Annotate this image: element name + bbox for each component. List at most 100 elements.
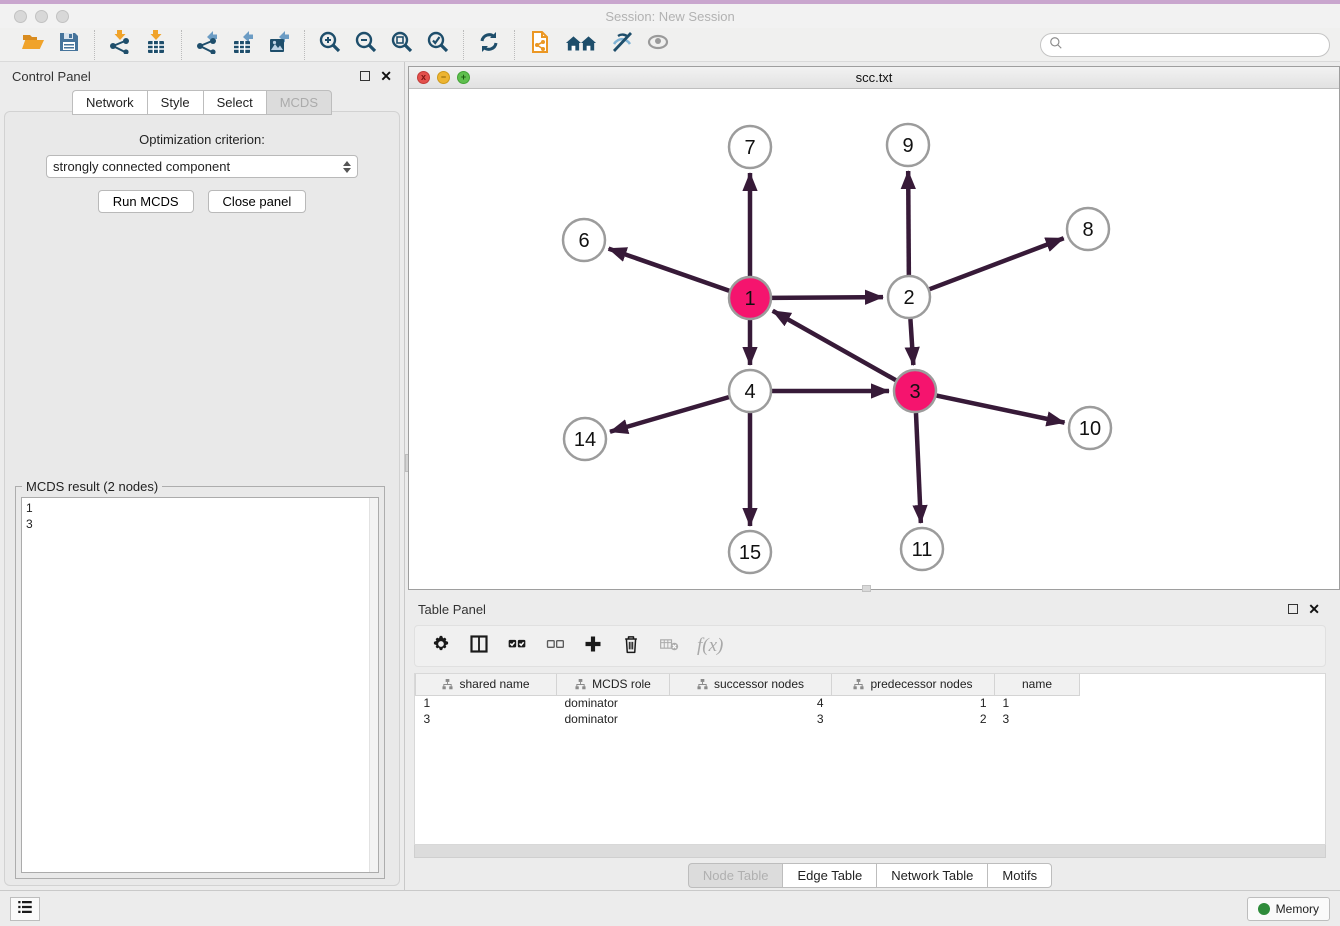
delete-column-button[interactable] [621,634,641,659]
zoom-fit-icon [390,30,414,59]
graph-node-6[interactable]: 6 [563,219,605,261]
column-header-name[interactable]: name [995,674,1080,695]
column-visibility-button[interactable] [469,634,489,659]
svg-text:9: 9 [902,135,913,157]
result-scrollbar[interactable] [369,498,378,872]
table-cell[interactable]: 4 [670,695,832,711]
tab-edge-table[interactable]: Edge Table [782,863,876,888]
node-table[interactable]: shared nameMCDS rolesuccessor nodesprede… [414,673,1326,845]
export-image-icon [267,30,291,59]
column-header-predecessor-nodes[interactable]: predecessor nodes [832,674,995,695]
select-all-button[interactable] [507,634,527,659]
graph-edge-3-11[interactable] [916,413,921,523]
add-column-button[interactable] [583,634,603,659]
tab-network[interactable]: Network [72,90,147,115]
export-table-button[interactable] [228,31,258,59]
mcds-result-text[interactable]: 1 3 [21,497,379,873]
graph-node-8[interactable]: 8 [1067,208,1109,250]
graph-edge-3-1[interactable] [773,311,896,380]
graph-node-4[interactable]: 4 [729,370,771,412]
graph-edge-2-8[interactable] [930,238,1064,289]
table-cell[interactable]: 1 [832,695,995,711]
hide-panels-button[interactable] [607,31,637,59]
network-canvas[interactable]: 7 9 6 8 1 2 4 3 14 10 15 11 [409,89,1339,589]
table-row[interactable]: 3dominator323 [416,711,1080,727]
graph-edge-1-2[interactable] [772,297,883,298]
search-input[interactable] [1063,35,1329,55]
svg-text:10: 10 [1079,418,1101,440]
svg-text:1: 1 [744,288,755,310]
export-image-button[interactable] [264,31,294,59]
task-history-button[interactable] [10,897,40,921]
tab-node-table[interactable]: Node Table [688,863,783,888]
network-window-titlebar[interactable]: x − + scc.txt [409,67,1339,89]
hierarchy-icon [575,679,586,690]
graph-node-7[interactable]: 7 [729,126,771,168]
table-cell[interactable]: 1 [416,695,557,711]
column-header-shared-name[interactable]: shared name [416,674,557,695]
table-cell[interactable]: 1 [995,695,1080,711]
table-header-row[interactable]: shared nameMCDS rolesuccessor nodesprede… [416,674,1080,695]
export-network-button[interactable] [192,31,222,59]
tab-select[interactable]: Select [203,90,266,115]
graph-node-2[interactable]: 2 [888,276,930,318]
home-houses-icon [565,30,597,59]
column-header-MCDS-role[interactable]: MCDS role [557,674,670,695]
graph-node-9[interactable]: 9 [887,124,929,166]
zoom-in-button[interactable] [315,31,345,59]
graph-node-14[interactable]: 14 [564,418,606,460]
graph-edge-2-9[interactable] [908,171,909,275]
graph-node-15[interactable]: 15 [729,531,771,573]
refresh-view-button[interactable] [474,31,504,59]
clone-network-button[interactable] [525,31,555,59]
graph-edge-2-3[interactable] [910,319,913,365]
float-table-panel-icon[interactable] [1288,604,1298,614]
home-layout-button[interactable] [561,31,601,59]
graph-edge-4-14[interactable] [610,397,729,432]
graph-node-11[interactable]: 11 [901,528,943,570]
deselect-all-button[interactable] [545,634,565,659]
table-cell[interactable]: 2 [832,711,995,727]
table-toolbar: f(x) [414,625,1326,667]
zoom-selected-button[interactable] [423,31,453,59]
close-table-panel-icon[interactable]: ✕ [1308,602,1320,616]
float-panel-icon[interactable] [360,71,370,81]
graph-edge-1-6[interactable] [609,249,730,291]
tab-network-table[interactable]: Network Table [876,863,987,888]
memory-status-icon [1258,903,1270,915]
trash-icon [621,634,641,659]
graph-edge-3-10[interactable] [937,396,1065,423]
close-panel-button[interactable]: Close panel [208,190,307,213]
export-network-icon [195,30,219,59]
table-cell[interactable]: 3 [416,711,557,727]
open-session-button[interactable] [18,31,48,59]
table-cell[interactable]: 3 [995,711,1080,727]
table-cell[interactable]: dominator [557,711,670,727]
table-horizontal-scrollbar[interactable] [414,845,1326,858]
table-row[interactable]: 1dominator411 [416,695,1080,711]
graph-node-1[interactable]: 1 [729,277,771,319]
tab-style[interactable]: Style [147,90,203,115]
memory-button[interactable]: Memory [1247,897,1330,921]
close-panel-icon[interactable]: ✕ [380,69,392,83]
criterion-select[interactable]: strongly connected component [46,155,358,178]
graph-node-3[interactable]: 3 [894,370,936,412]
import-table-button[interactable] [141,31,171,59]
graph-node-10[interactable]: 10 [1069,407,1111,449]
toolbar-separator [463,30,464,60]
import-table-icon [144,30,168,59]
toolbar-search[interactable] [1040,33,1330,57]
save-session-button[interactable] [54,31,84,59]
zoom-out-button[interactable] [351,31,381,59]
table-settings-button[interactable] [431,634,451,659]
table-cell[interactable]: dominator [557,695,670,711]
canvas-resize-grip[interactable] [862,585,871,592]
zoom-fit-button[interactable] [387,31,417,59]
show-eye-button[interactable] [643,31,673,59]
import-network-button[interactable] [105,31,135,59]
run-mcds-button[interactable]: Run MCDS [98,190,194,213]
tab-mcds[interactable]: MCDS [266,90,332,115]
column-header-successor-nodes[interactable]: successor nodes [670,674,832,695]
table-cell[interactable]: 3 [670,711,832,727]
tab-motifs[interactable]: Motifs [987,863,1052,888]
